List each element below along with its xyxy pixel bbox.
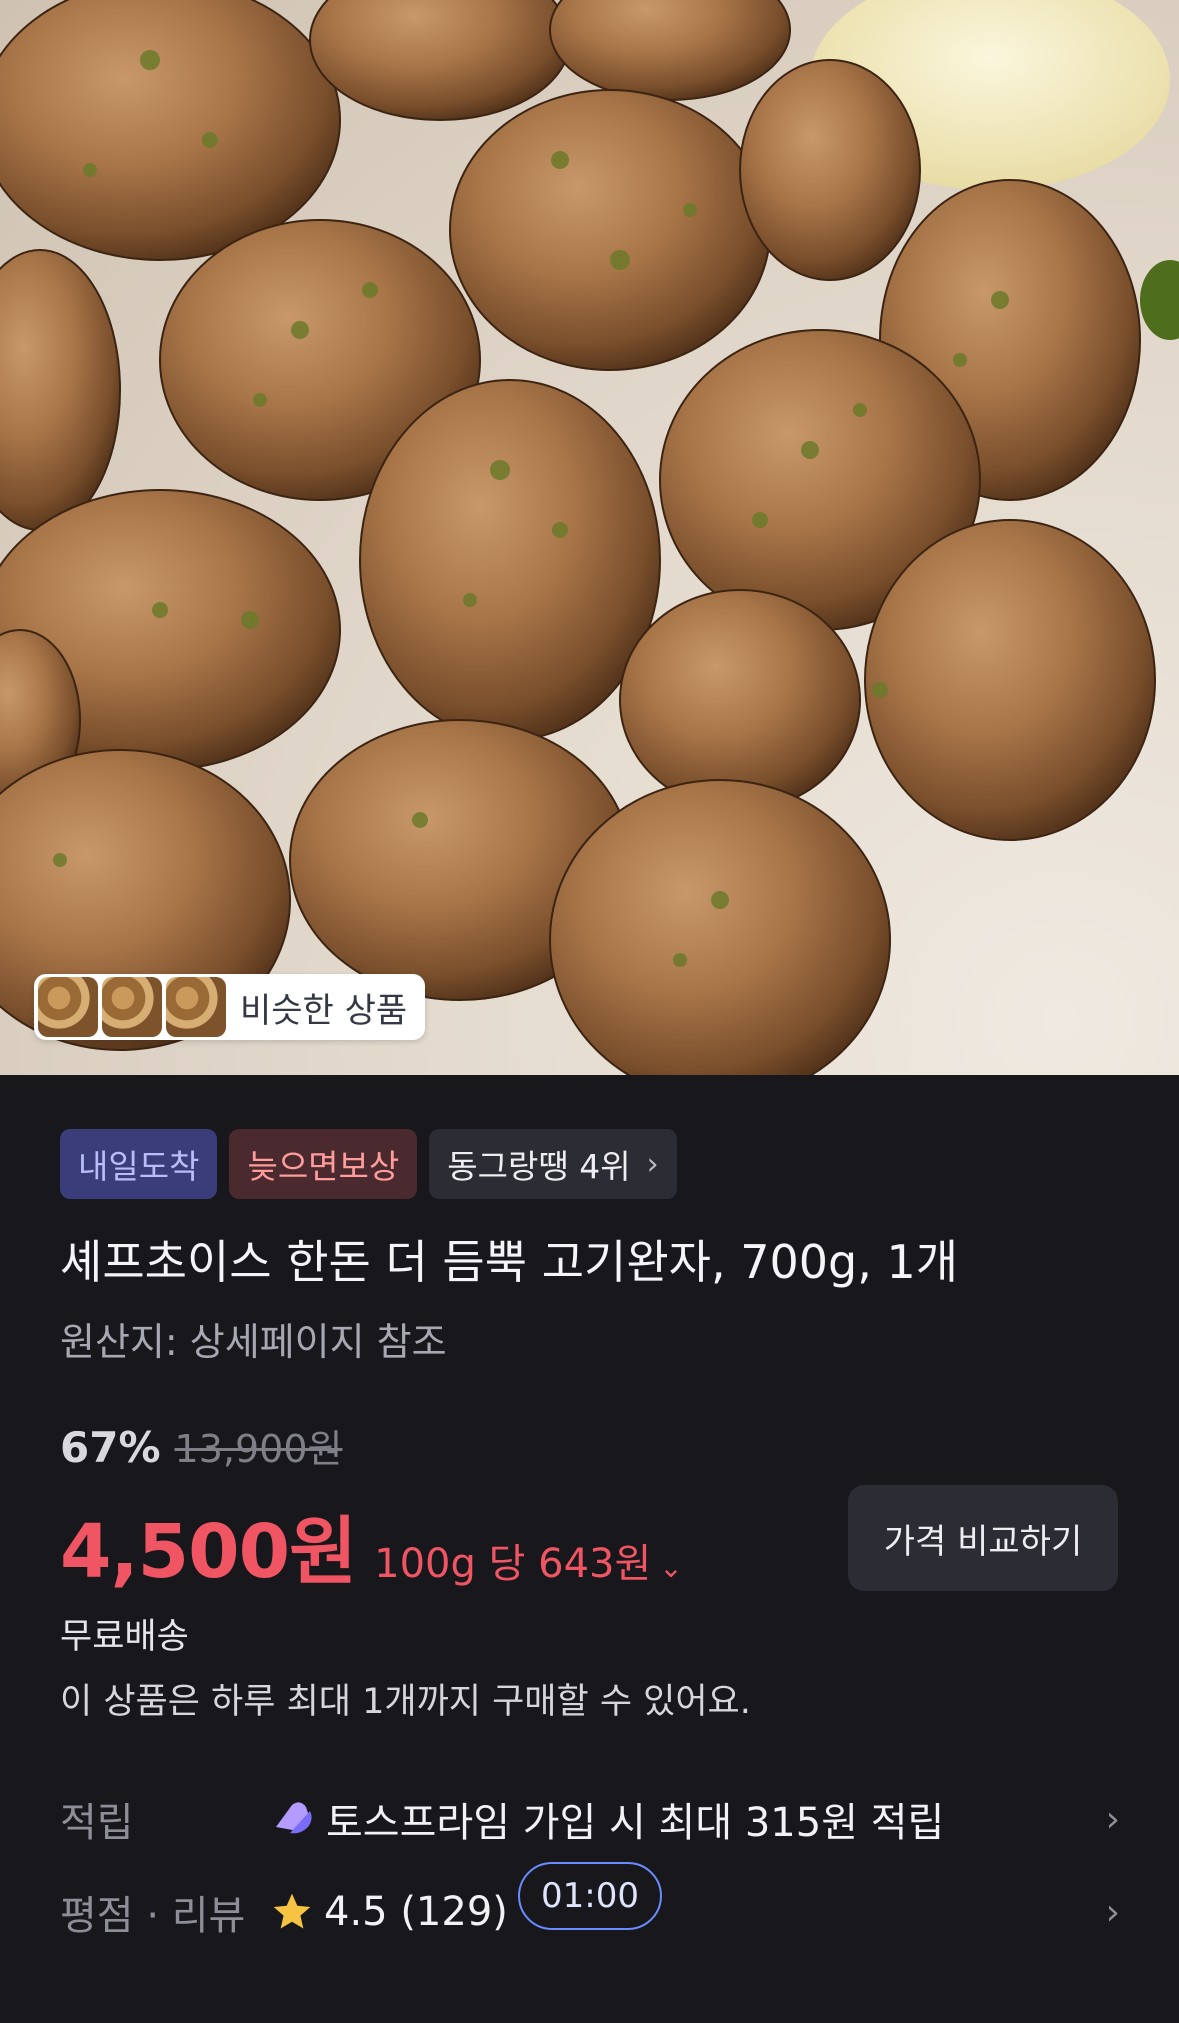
points-row[interactable]: 적립 토스프라임 가입 시 최대 315원 적립 › [60,1784,1120,1854]
original-price: 13,900원 [174,1427,343,1471]
points-label: 적립 [60,1800,134,1846]
product-title: 셰프초이스 한돈 더 듬뿍 고기완자, 700g, 1개 [60,1235,959,1289]
tag-label: 동그랑땡 4위 [447,1147,631,1186]
price-row: 4,500원 100g 당 643원 ⌄ [60,1492,683,1599]
toss-prime-icon [276,1802,312,1834]
tag-late-compensation: 늦으면보상 [229,1129,418,1199]
tag-ranking[interactable]: 동그랑땡 4위 › [429,1129,677,1199]
price-compare-button[interactable]: 가격 비교하기 [848,1485,1118,1591]
similar-thumbnail [166,977,226,1037]
chevron-right-icon: › [1105,1798,1120,1840]
similar-products-button[interactable]: 비슷한 상품 [34,974,426,1040]
timer-badge: 01:00 [518,1862,662,1930]
tag-tomorrow-delivery: 내일도착 [60,1129,218,1199]
review-value-wrap: 4.5 (129) [270,1889,508,1935]
tag-label: 늦으면보상 [247,1147,400,1186]
tag-label: 내일도착 [78,1147,200,1186]
similar-thumbnail [102,977,162,1037]
discount-row: 67% 13,900원 [60,1418,342,1473]
sale-price: 4,500원 [60,1509,357,1595]
unit-price: 100g 당 643원 [374,1541,652,1587]
points-value-wrap: 토스프라임 가입 시 최대 315원 적립 [270,1790,944,1848]
chevron-right-icon: › [1105,1891,1120,1933]
chevron-right-icon: › [646,1146,659,1182]
tag-row: 내일도착 늦으면보상 동그랑땡 4위 › [60,1129,677,1199]
similar-thumbnail [38,977,98,1037]
shipping-info: 무료배송 [60,1617,189,1657]
chevron-down-icon: ⌄ [659,1551,683,1584]
similar-products-label: 비슷한 상품 [240,990,408,1031]
meatballs-photo [0,0,1179,1075]
unit-price-toggle[interactable]: 100g 당 643원 ⌄ [374,1531,683,1589]
purchase-limit: 이 상품은 하루 최대 1개까지 구매할 수 있어요. [60,1682,751,1722]
product-origin: 원산지: 상세페이지 참조 [60,1320,447,1364]
discount-rate: 67% [60,1423,161,1472]
review-value: 4.5 (129) [324,1889,508,1935]
star-icon [273,1893,311,1929]
review-label: 평점 · 리뷰 [60,1893,246,1939]
points-value: 토스프라임 가입 시 최대 315원 적립 [326,1800,945,1846]
product-image[interactable]: 비슷한 상품 [0,0,1179,1075]
